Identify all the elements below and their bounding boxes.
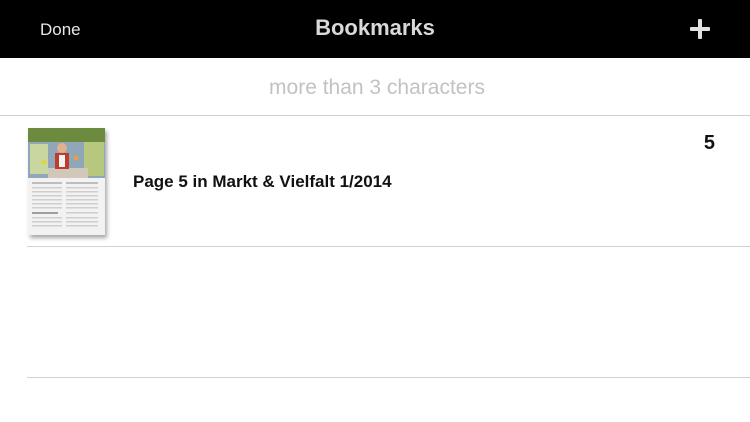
bookmarks-screen: Done Bookmarks more than 3 characters Pa… xyxy=(0,0,750,422)
done-button[interactable]: Done xyxy=(40,20,81,40)
search-bar xyxy=(0,58,750,117)
empty-list-row xyxy=(0,247,750,378)
navigation-bar: Done Bookmarks xyxy=(0,0,750,58)
magazine-page-thumbnail xyxy=(28,128,105,235)
content-area: Page 5 in Markt & Vielfalt 1/2014 5 xyxy=(0,58,750,422)
bookmark-page-number: 5 xyxy=(703,132,715,154)
add-bookmark-button[interactable] xyxy=(688,14,714,42)
bookmark-list[interactable]: Page 5 in Markt & Vielfalt 1/2014 5 xyxy=(0,116,750,378)
search-input[interactable] xyxy=(0,58,750,117)
list-item[interactable]: Page 5 in Markt & Vielfalt 1/2014 5 xyxy=(0,116,750,247)
page-title: Bookmarks xyxy=(315,15,435,40)
thumbnail-image xyxy=(28,128,105,235)
row-divider xyxy=(27,377,750,378)
bookmark-title: Page 5 in Markt & Vielfalt 1/2014 xyxy=(133,172,392,191)
